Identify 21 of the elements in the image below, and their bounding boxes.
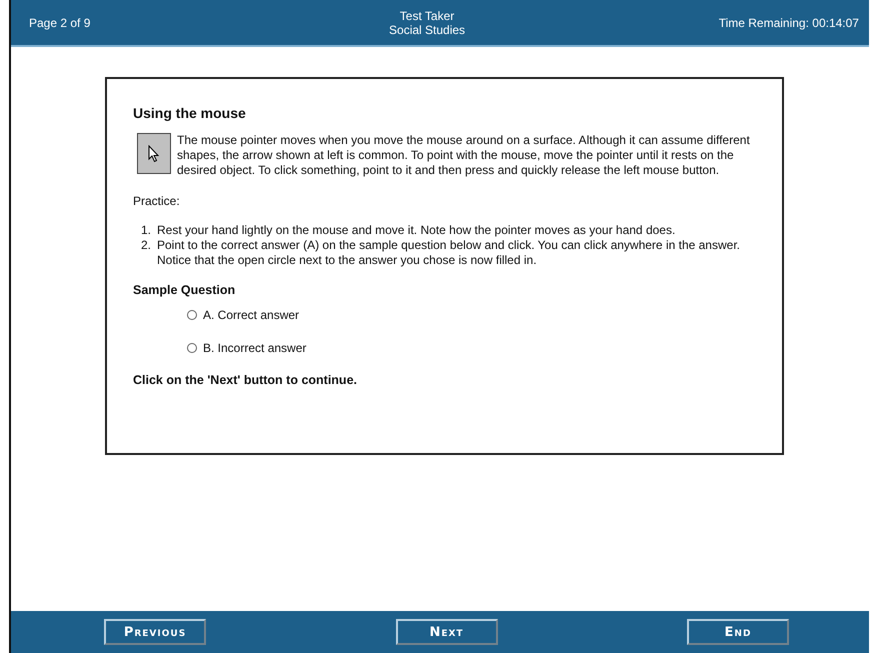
radio-button[interactable] xyxy=(187,343,197,353)
step-text: Rest your hand lightly on the mouse and move it. Note how the pointer moves as your hand does. xyxy=(157,223,676,238)
question-title: Sample Question xyxy=(133,283,236,297)
lesson-title: Using the mouse xyxy=(133,105,247,121)
previous-button[interactable]: Previous xyxy=(104,619,206,645)
page-counter: Page 2 of 9 xyxy=(29,16,90,30)
step-number: 1. xyxy=(140,223,151,238)
radio-button[interactable] xyxy=(187,310,197,320)
intro-paragraph: The mouse pointer moves when you move the mouse around on a surface. Although it can assume different shapes, the arrow shown at left is common. To point with the mouse, move the pointer until it rests on the desired object. To click something, point to it and then press and quickly release the left mouse button. xyxy=(177,133,751,178)
next-button[interactable]: Next xyxy=(396,619,498,645)
time-remaining: Time Remaining: 00:14:07 xyxy=(718,16,859,30)
pointer-icon xyxy=(137,133,171,174)
continue-instruction: Click on the 'Next' button to continue. xyxy=(133,373,358,387)
answer-option[interactable]: B. Incorrect answer xyxy=(203,341,306,355)
end-button[interactable]: End xyxy=(687,619,789,645)
practice-label: Practice: xyxy=(133,194,181,208)
step-text: Point to the correct answer (A) on the sample question below and click. You can click anywhere in the answer. Notice that the open circle next to the answer you chose is now filled in. xyxy=(157,238,741,268)
user-name: Test Taker xyxy=(400,8,454,22)
step-number: 2. xyxy=(140,238,151,254)
subject-name: Social Studies xyxy=(389,22,466,36)
answer-option[interactable]: A. Correct answer xyxy=(203,308,300,322)
